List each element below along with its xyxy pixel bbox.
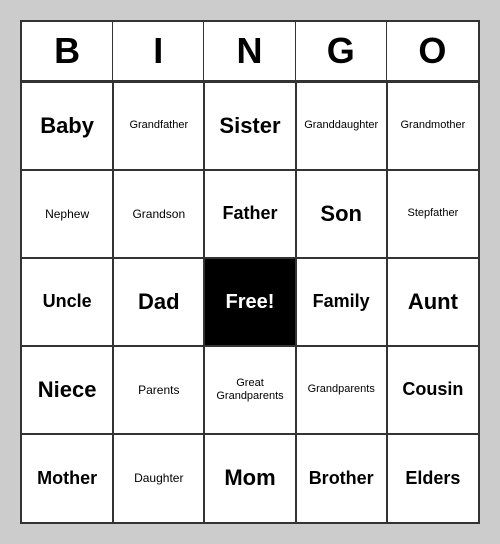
cell-text: Father bbox=[222, 203, 277, 225]
cell-text: Sister bbox=[219, 113, 280, 139]
cell-text: Grandson bbox=[132, 207, 185, 221]
cell-r2-c2: Free! bbox=[204, 258, 295, 346]
cell-text: Mother bbox=[37, 468, 97, 490]
cell-r2-c0: Uncle bbox=[22, 258, 113, 346]
cell-text: Grandmother bbox=[400, 119, 465, 132]
cell-r3-c0: Niece bbox=[22, 346, 113, 434]
bingo-card: BINGO Baby Grandfather Sister Granddaughter… bbox=[20, 20, 480, 524]
cell-r3-c1: Parents bbox=[113, 346, 204, 434]
cell-r4-c1: Daughter bbox=[113, 434, 204, 522]
cell-text: Son bbox=[320, 201, 362, 227]
cell-text: Great Grandparents bbox=[209, 377, 290, 403]
cell-text: Aunt bbox=[408, 289, 458, 315]
cell-text: Granddaughter bbox=[304, 119, 378, 132]
cell-r2-c1: Dad bbox=[113, 258, 204, 346]
cell-r0-c0: Baby bbox=[22, 82, 113, 170]
bingo-header: BINGO bbox=[22, 22, 478, 82]
header-letter: G bbox=[296, 22, 387, 80]
cell-text: Mom bbox=[224, 465, 275, 491]
cell-r1-c0: Nephew bbox=[22, 170, 113, 258]
cell-r4-c4: Elders bbox=[387, 434, 478, 522]
cell-text: Nephew bbox=[45, 207, 89, 221]
cell-r2-c4: Aunt bbox=[387, 258, 478, 346]
cell-text: Uncle bbox=[43, 291, 92, 313]
cell-r3-c3: Grandparents bbox=[296, 346, 387, 434]
cell-text: Family bbox=[313, 291, 370, 313]
header-letter: N bbox=[204, 22, 295, 80]
cell-r3-c4: Cousin bbox=[387, 346, 478, 434]
cell-text: Grandparents bbox=[308, 383, 375, 396]
cell-text: Daughter bbox=[134, 471, 183, 485]
cell-text: Baby bbox=[40, 113, 94, 139]
cell-r0-c1: Grandfather bbox=[113, 82, 204, 170]
cell-text: Niece bbox=[38, 377, 97, 403]
cell-r1-c2: Father bbox=[204, 170, 295, 258]
cell-r3-c2: Great Grandparents bbox=[204, 346, 295, 434]
cell-r4-c3: Brother bbox=[296, 434, 387, 522]
cell-text: Grandfather bbox=[129, 119, 188, 132]
cell-r1-c3: Son bbox=[296, 170, 387, 258]
cell-r1-c1: Grandson bbox=[113, 170, 204, 258]
cell-text: Elders bbox=[405, 468, 460, 490]
header-letter: B bbox=[22, 22, 113, 80]
bingo-grid: Baby Grandfather Sister Granddaughter Grandm… bbox=[22, 82, 478, 522]
cell-text: Stepfather bbox=[408, 207, 459, 220]
cell-r1-c4: Stepfather bbox=[387, 170, 478, 258]
cell-r4-c0: Mother bbox=[22, 434, 113, 522]
cell-text: Cousin bbox=[402, 379, 463, 401]
cell-text: Brother bbox=[309, 468, 374, 490]
cell-text: Parents bbox=[138, 383, 179, 397]
cell-r2-c3: Family bbox=[296, 258, 387, 346]
header-letter: I bbox=[113, 22, 204, 80]
header-letter: O bbox=[387, 22, 478, 80]
cell-r4-c2: Mom bbox=[204, 434, 295, 522]
cell-r0-c2: Sister bbox=[204, 82, 295, 170]
cell-r0-c4: Grandmother bbox=[387, 82, 478, 170]
cell-r0-c3: Granddaughter bbox=[296, 82, 387, 170]
cell-text: Dad bbox=[138, 289, 180, 315]
